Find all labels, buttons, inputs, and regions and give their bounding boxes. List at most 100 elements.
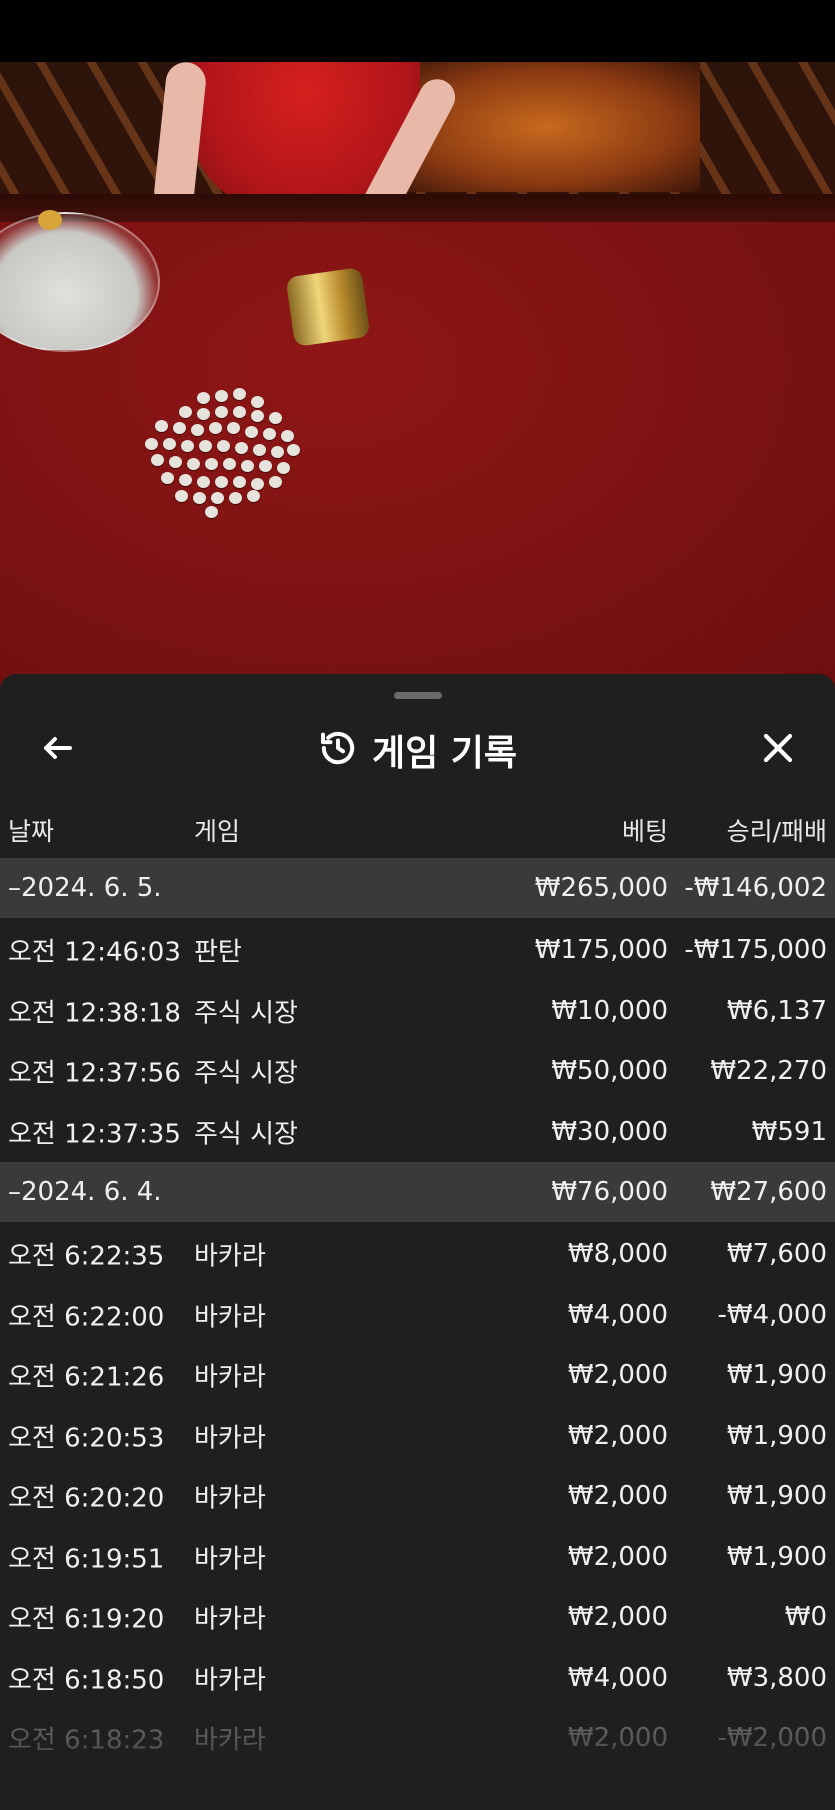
bead <box>173 422 186 434</box>
row-result: ₩1,900 <box>726 1420 827 1451</box>
column-header: 날짜 게임 베팅 승리/패배 <box>0 798 835 856</box>
brass-cup <box>285 267 371 347</box>
row-game: 바카라 <box>194 1483 266 1514</box>
row-bet: ₩2,000 <box>567 1481 668 1512</box>
bead <box>145 438 158 450</box>
row-game: 바카라 <box>194 1241 266 1272</box>
column-game: 게임 <box>194 817 241 846</box>
live-video-stream <box>0 62 835 702</box>
row-result: -₩175,000 <box>684 935 827 966</box>
history-row[interactable]: 오전 6:20:20 바카라 ₩2,000 ₩1,900 <box>0 1466 835 1527</box>
row-result: ₩3,800 <box>726 1662 827 1693</box>
bead <box>179 474 192 486</box>
drag-handle[interactable] <box>394 692 442 699</box>
bead <box>155 420 168 432</box>
row-game: 바카라 <box>194 1544 266 1575</box>
bead <box>263 428 276 440</box>
bead <box>217 440 230 452</box>
history-row[interactable]: 오전 12:46:03 판탄 ₩175,000 -₩175,000 <box>0 920 835 981</box>
column-result: 승리/패배 <box>726 817 827 846</box>
bead-pile <box>135 372 305 518</box>
row-bet: ₩50,000 <box>551 1056 668 1087</box>
row-result: -₩4,000 <box>717 1299 827 1330</box>
arrow-left-icon <box>40 730 76 770</box>
bead <box>193 492 206 504</box>
row-result: ₩7,600 <box>726 1239 827 1270</box>
title-group: 게임 기록 <box>0 710 835 790</box>
date-group-row[interactable]: –2024. 6. 5. ₩265,000 -₩146,002 <box>0 858 835 918</box>
row-time: 오전 6:20:20 <box>8 1483 165 1514</box>
row-time: 오전 12:46:03 <box>8 937 181 968</box>
row-bet: ₩175,000 <box>534 935 668 966</box>
row-time: 오전 6:19:20 <box>8 1604 165 1635</box>
history-row[interactable]: 오전 6:22:35 바카라 ₩8,000 ₩7,600 <box>0 1224 835 1285</box>
row-bet: ₩2,000 <box>567 1602 668 1633</box>
row-time: 오전 12:37:35 <box>8 1119 181 1150</box>
bead <box>181 440 194 452</box>
row-bet: ₩4,000 <box>567 1299 668 1330</box>
row-result: ₩1,900 <box>726 1360 827 1391</box>
history-row[interactable]: 오전 6:19:20 바카라 ₩2,000 ₩0 <box>0 1587 835 1648</box>
history-row[interactable]: 오전 6:19:51 바카라 ₩2,000 ₩1,900 <box>0 1527 835 1588</box>
bead <box>281 430 294 442</box>
bead <box>253 444 266 456</box>
row-bet: ₩10,000 <box>551 995 668 1026</box>
row-game: 바카라 <box>194 1362 266 1393</box>
group-result-total: ₩27,600 <box>710 1177 827 1207</box>
bead <box>209 422 222 434</box>
bead <box>205 506 218 518</box>
close-button[interactable] <box>752 724 804 776</box>
bead <box>191 424 204 436</box>
group-bet-total: ₩265,000 <box>534 873 668 903</box>
row-result: ₩1,900 <box>726 1541 827 1572</box>
bead <box>229 492 242 504</box>
bead <box>223 458 236 470</box>
history-row[interactable]: 오전 6:20:53 바카라 ₩2,000 ₩1,900 <box>0 1406 835 1467</box>
row-game: 바카라 <box>194 1604 266 1635</box>
row-game: 바카라 <box>194 1423 266 1454</box>
row-bet: ₩2,000 <box>567 1541 668 1572</box>
bead <box>169 456 182 468</box>
history-row[interactable]: 오전 6:22:00 바카라 ₩4,000 -₩4,000 <box>0 1285 835 1346</box>
bead <box>269 412 282 424</box>
history-row[interactable]: 오전 12:37:56 주식 시장 ₩50,000 ₩22,270 <box>0 1041 835 1102</box>
history-row[interactable]: 오전 12:37:35 주식 시장 ₩30,000 ₩591 <box>0 1102 835 1163</box>
row-game: 주식 시장 <box>194 1119 298 1150</box>
row-time: 오전 6:18:50 <box>8 1665 165 1696</box>
row-time: 오전 6:19:51 <box>8 1544 165 1575</box>
group-date: –2024. 6. 5. <box>8 873 162 903</box>
row-game: 주식 시장 <box>194 998 298 1029</box>
row-bet: ₩4,000 <box>567 1662 668 1693</box>
row-result: ₩591 <box>751 1116 827 1147</box>
history-row[interactable]: 오전 6:18:50 바카라 ₩4,000 ₩3,800 <box>0 1648 835 1709</box>
bead <box>233 476 246 488</box>
bead <box>227 422 240 434</box>
back-button[interactable] <box>32 724 84 776</box>
row-time: 오전 6:18:23 <box>8 1725 165 1756</box>
bead <box>215 390 228 402</box>
bead <box>287 444 300 456</box>
column-date: 날짜 <box>8 817 55 846</box>
bead <box>215 406 228 418</box>
close-icon <box>760 730 796 770</box>
history-list: –2024. 6. 5. ₩265,000 -₩146,002 오전 12:46:03… <box>0 858 835 1769</box>
group-result-total: -₩146,002 <box>684 873 827 903</box>
row-bet: ₩8,000 <box>567 1239 668 1270</box>
bead <box>161 472 174 484</box>
history-row[interactable]: 오전 6:18:23 바카라 ₩2,000 -₩2,000 <box>0 1708 835 1769</box>
bead <box>271 446 284 458</box>
row-bet: ₩2,000 <box>567 1723 668 1754</box>
bead <box>251 410 264 422</box>
bead <box>187 458 200 470</box>
row-time: 오전 12:37:56 <box>8 1058 181 1089</box>
row-bet: ₩2,000 <box>567 1420 668 1451</box>
bead <box>233 388 246 400</box>
history-icon <box>318 728 358 772</box>
history-row[interactable]: 오전 12:38:18 주식 시장 ₩10,000 ₩6,137 <box>0 981 835 1042</box>
bead <box>251 478 264 490</box>
history-row[interactable]: 오전 6:21:26 바카라 ₩2,000 ₩1,900 <box>0 1345 835 1406</box>
row-time: 오전 6:22:00 <box>8 1302 165 1333</box>
row-bet: ₩30,000 <box>551 1116 668 1147</box>
bead <box>197 476 210 488</box>
date-group-row[interactable]: –2024. 6. 4. ₩76,000 ₩27,600 <box>0 1162 835 1222</box>
